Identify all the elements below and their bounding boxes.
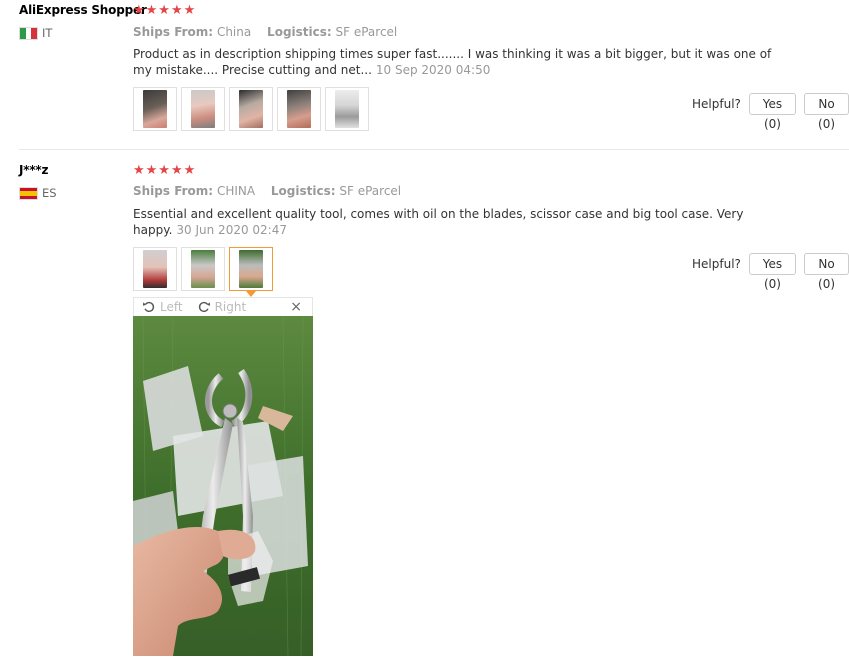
star-rating: ★★★★★ — [133, 3, 197, 18]
review-divider — [19, 149, 849, 150]
ships-from-label: Ships From: — [133, 184, 214, 198]
logistics-label: Logistics: — [267, 25, 332, 39]
logistics-value: SF eParcel — [339, 184, 402, 198]
italy-flag-icon — [19, 26, 38, 40]
review-photo-large — [133, 316, 313, 656]
helpful-label: Helpful? — [692, 257, 741, 271]
review-photos — [133, 247, 273, 297]
rotate-left-label: Left — [160, 300, 183, 314]
review-photo-thumb[interactable] — [229, 87, 273, 131]
review-photo-thumb[interactable] — [181, 247, 225, 291]
ships-from-value: CHINA — [216, 184, 256, 198]
star-rating: ★★★★★ — [133, 163, 197, 178]
shipping-info: Ships From: CHINA Logistics: SF eParcel — [133, 184, 401, 198]
rotate-right-label: Right — [214, 300, 247, 314]
review-photo-thumb[interactable] — [325, 87, 369, 131]
rotate-right-icon — [198, 301, 210, 313]
reviewer-country: IT — [19, 26, 52, 40]
close-icon[interactable]: × — [290, 298, 302, 317]
review-photo-thumb[interactable] — [133, 87, 177, 131]
photo-viewer: Left Right × — [133, 297, 313, 656]
review-photo-thumb[interactable] — [277, 87, 321, 131]
reviewer-name: AliExpress Shopper — [19, 3, 147, 17]
review-date: 10 Sep 2020 04:50 — [375, 63, 491, 77]
country-code: IT — [42, 26, 53, 40]
review-date: 30 Jun 2020 02:47 — [176, 223, 287, 237]
rotate-left-button[interactable]: Left — [142, 300, 183, 314]
spain-flag-icon — [19, 186, 38, 200]
review-photo-thumb[interactable] — [133, 247, 177, 291]
helpful-label: Helpful? — [692, 97, 741, 111]
country-code: ES — [42, 186, 57, 200]
logistics-label: Logistics: — [270, 184, 336, 198]
review-photos — [133, 87, 369, 131]
review-item: AliExpress Shopper IT ★★★★★ Ships From: … — [0, 0, 849, 150]
photo-viewer-toolbar: Left Right × — [133, 297, 313, 316]
reviewer-country: ES — [19, 186, 57, 200]
logistics-value: SF eParcel — [335, 25, 398, 39]
shipping-info: Ships From: China Logistics: SF eParcel — [133, 25, 397, 39]
ships-from-label: Ships From: — [133, 25, 214, 39]
reviewer-name: J***z — [19, 163, 49, 177]
review-text: Essential and excellent quality tool, co… — [133, 206, 783, 238]
review-text: Product as in description shipping times… — [133, 46, 783, 78]
helpful-vote: Helpful? Yes (0) No (0) — [692, 93, 849, 131]
helpful-yes-button[interactable]: Yes (0) — [748, 253, 797, 291]
helpful-yes-button[interactable]: Yes (0) — [748, 93, 797, 131]
ships-from-value: China — [216, 25, 252, 39]
helpful-vote: Helpful? Yes (0) No (0) — [692, 253, 849, 291]
helpful-no-button[interactable]: No (0) — [804, 253, 849, 291]
review-item: J***z ES ★★★★★ Ships From: CHINA Logisti… — [0, 151, 849, 661]
rotate-right-button[interactable]: Right — [197, 300, 247, 314]
rotate-left-icon — [142, 301, 155, 313]
helpful-no-button[interactable]: No (0) — [804, 93, 849, 131]
review-photo-thumb-selected[interactable] — [229, 247, 273, 297]
review-photo-thumb[interactable] — [181, 87, 225, 131]
